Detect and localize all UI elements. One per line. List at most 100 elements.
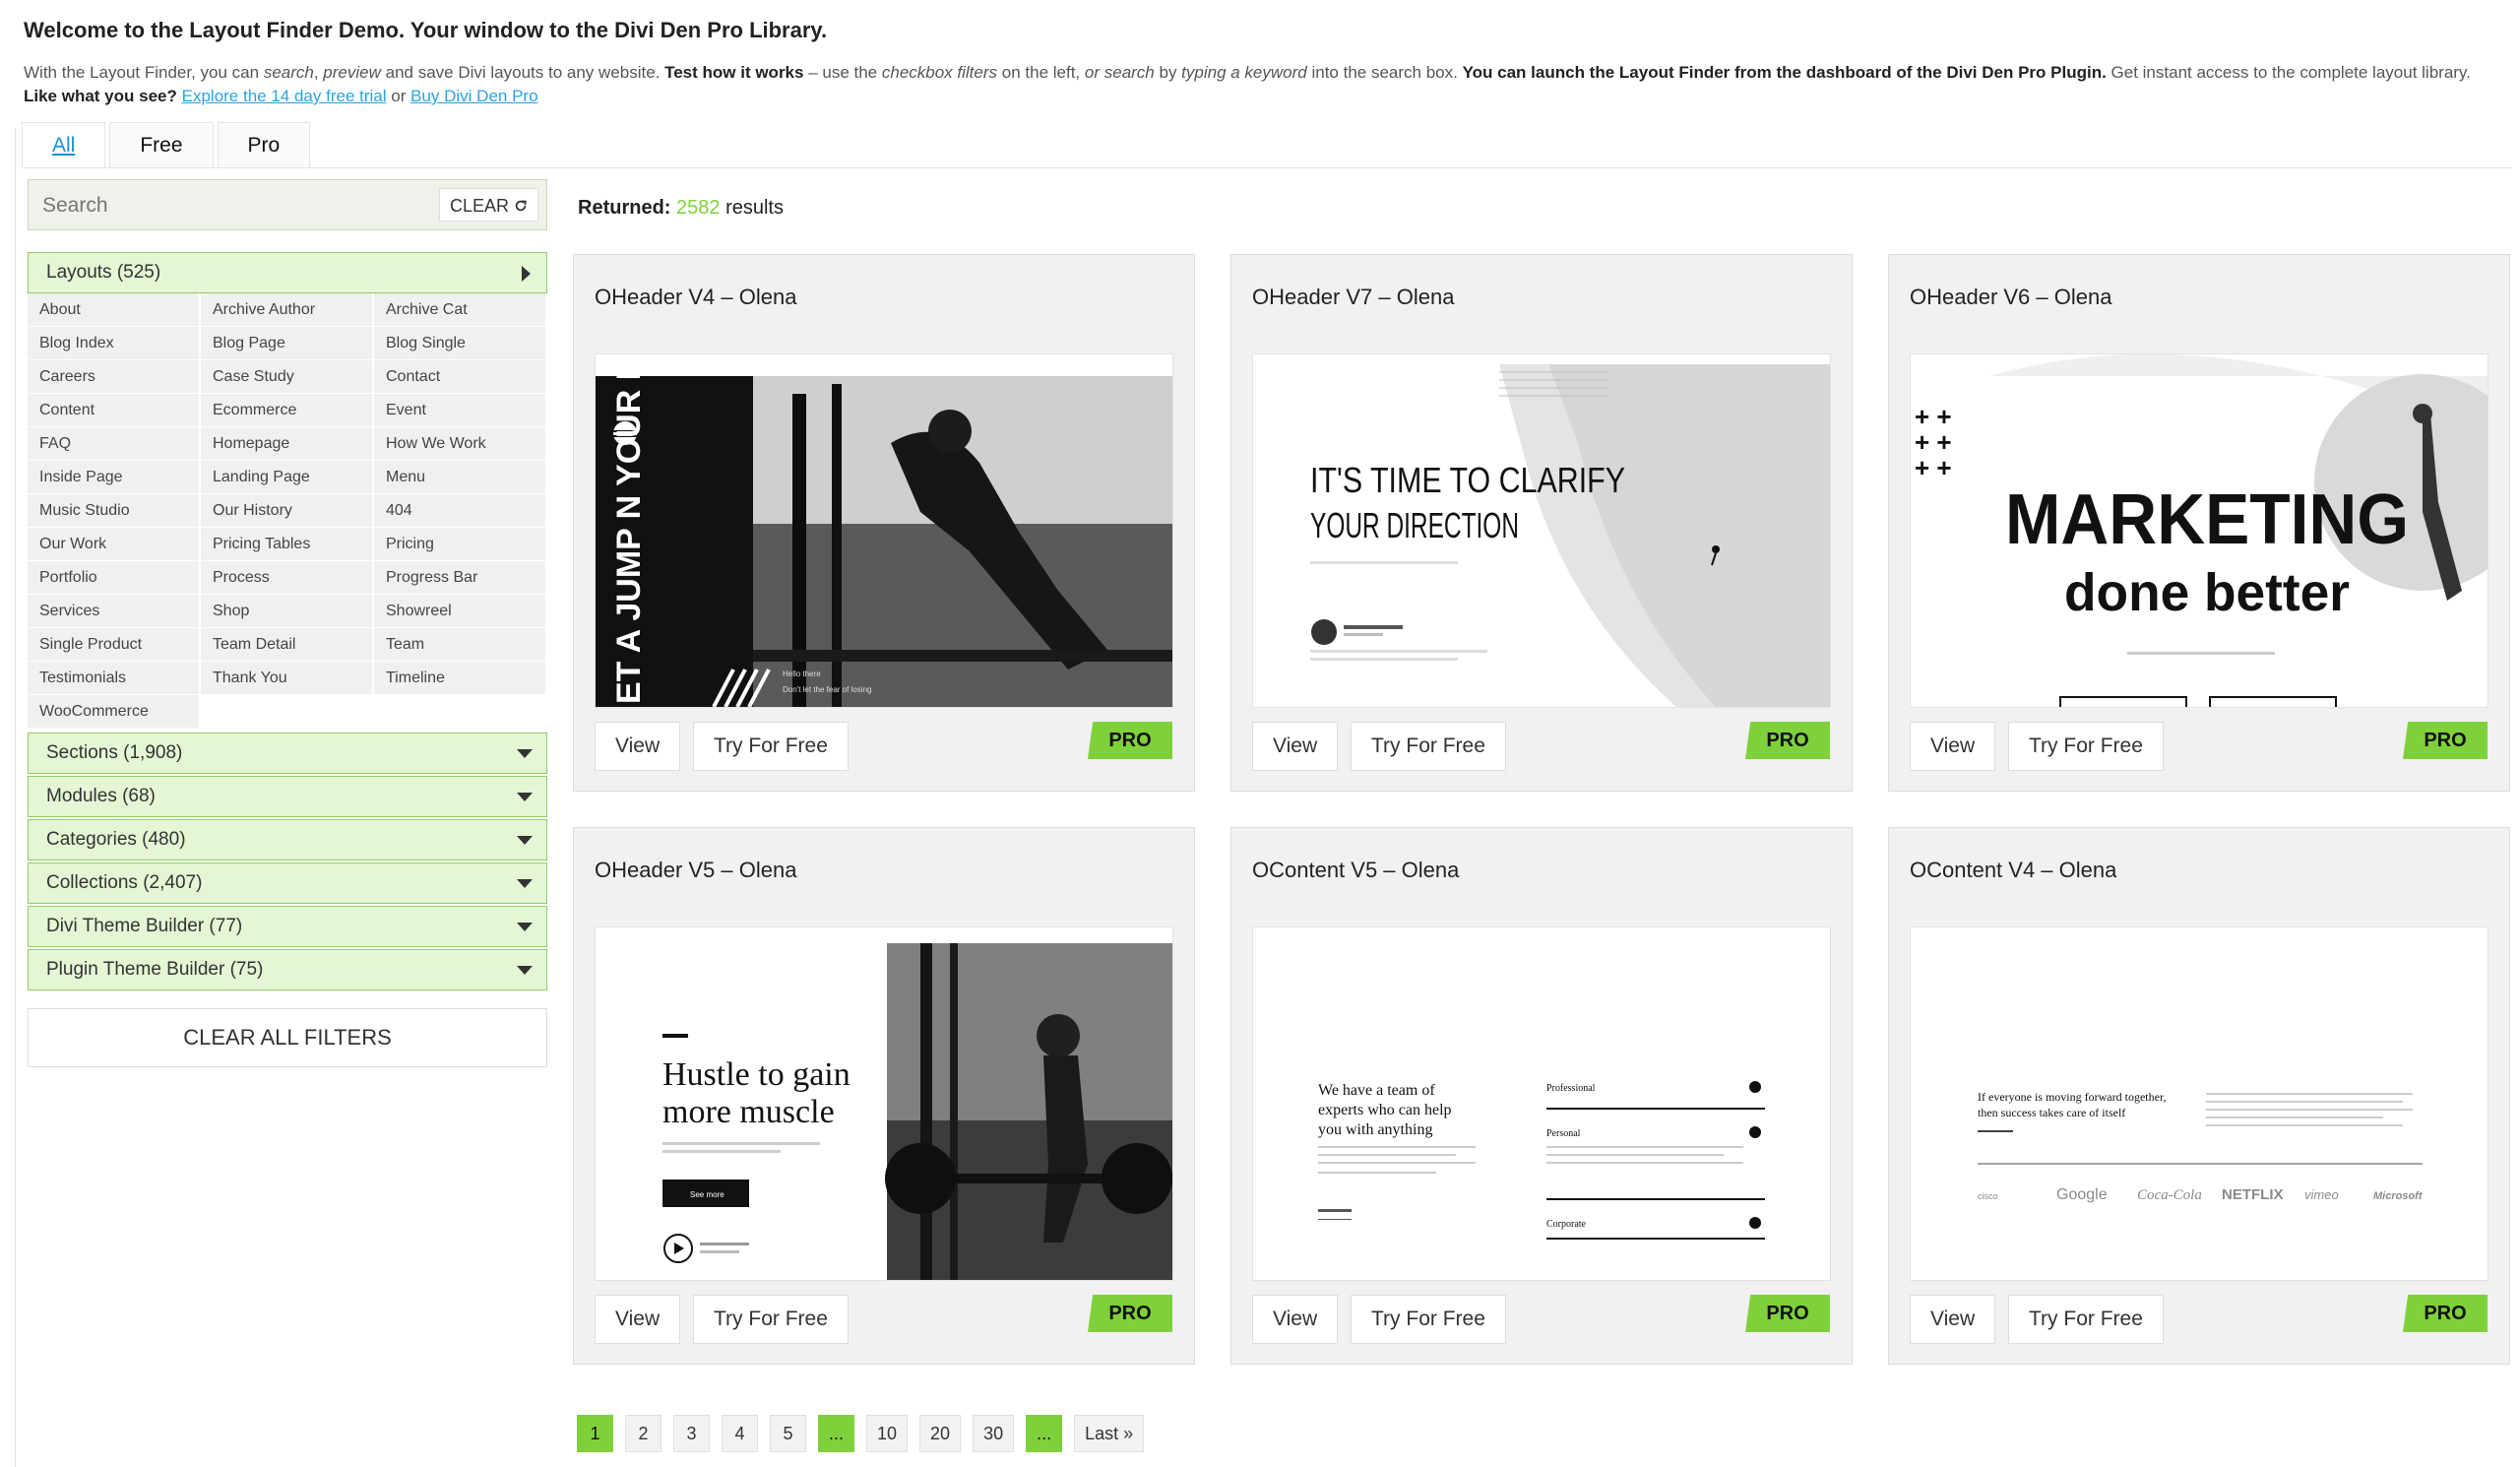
view-button[interactable]: View (1910, 722, 1996, 771)
filter-option[interactable]: About (28, 293, 201, 327)
page-5-button[interactable]: 5 (770, 1415, 806, 1452)
try-for-free-button[interactable]: Try For Free (1351, 1295, 1506, 1344)
card-title: OContent V5 – Olena (1252, 858, 1460, 882)
filter-option[interactable]: Our Work (28, 528, 201, 561)
search-input[interactable] (40, 190, 438, 222)
layout-thumbnail[interactable]: + + + + + + MARKETING done better (1910, 353, 2488, 708)
search-box: CLEAR (28, 179, 547, 230)
view-button[interactable]: View (1910, 1295, 1996, 1344)
layout-thumbnail[interactable]: IT'S TIME TO CLARIFY YOUR DIRECTION (1252, 353, 1831, 708)
try-for-free-button[interactable]: Try For Free (2008, 1295, 2164, 1344)
filter-option[interactable]: How We Work (374, 427, 547, 461)
try-for-free-button[interactable]: Try For Free (693, 722, 849, 771)
filter-option[interactable]: Careers (28, 360, 201, 394)
filter-option[interactable]: Event (374, 394, 547, 427)
filter-option[interactable]: Blog Index (28, 327, 201, 360)
accordion-collections[interactable]: Collections (2,407) (28, 862, 547, 904)
filter-option[interactable]: Shop (201, 595, 374, 628)
tab-free[interactable]: Free (109, 122, 214, 167)
layout-thumbnail[interactable]: If everyone is moving forward together, … (1910, 926, 2488, 1281)
accordion-sections[interactable]: Sections (1,908) (28, 733, 547, 774)
filter-option[interactable]: Testimonials (28, 662, 201, 695)
clear-search-button[interactable]: CLEAR (438, 188, 538, 222)
filter-option[interactable]: WooCommerce (28, 695, 201, 729)
filter-option[interactable]: Case Study (201, 360, 374, 394)
filter-option[interactable]: Pricing (374, 528, 547, 561)
try-for-free-button[interactable]: Try For Free (693, 1295, 849, 1344)
filter-option[interactable]: Team Detail (201, 628, 374, 662)
filter-option[interactable]: 404 (374, 494, 547, 528)
try-for-free-button[interactable]: Try For Free (1351, 722, 1506, 771)
filter-option[interactable]: Team (374, 628, 547, 662)
results-count: Returned: 2582 results (578, 197, 784, 219)
filter-option[interactable]: Our History (201, 494, 374, 528)
chevron-down-icon (517, 836, 533, 845)
pro-badge: PRO (2403, 1295, 2488, 1332)
page-ellipsis[interactable]: ... (1026, 1415, 1063, 1452)
filter-option[interactable]: Contact (374, 360, 547, 394)
view-button[interactable]: View (1252, 1295, 1339, 1344)
filter-option[interactable]: Timeline (374, 662, 547, 695)
layout-card: OContent V5 – Olena We have a team of ex… (1230, 827, 1853, 1365)
filter-option[interactable]: Inside Page (28, 461, 201, 494)
page-3-button[interactable]: 3 (673, 1415, 710, 1452)
filter-option[interactable]: Progress Bar (374, 561, 547, 595)
layout-card: OHeader V7 – Olena IT'S TIME TO CLARIFY … (1230, 254, 1853, 792)
page-ellipsis[interactable]: ... (818, 1415, 855, 1452)
filter-option[interactable]: Blog Single (374, 327, 547, 360)
filter-option[interactable]: Pricing Tables (201, 528, 374, 561)
tab-pro[interactable]: Pro (217, 122, 311, 167)
filter-option[interactable]: Homepage (201, 427, 374, 461)
filter-option[interactable]: Process (201, 561, 374, 595)
page-10-button[interactable]: 10 (866, 1415, 909, 1452)
filter-option[interactable]: Thank You (201, 662, 374, 695)
svg-text:Hustle to gain: Hustle to gain (662, 1056, 850, 1093)
page-2-button[interactable]: 2 (625, 1415, 662, 1452)
last-page-button[interactable]: Last » (1074, 1415, 1145, 1452)
filter-option[interactable]: Landing Page (201, 461, 374, 494)
svg-text:cisco: cisco (1978, 1191, 1998, 1201)
view-button[interactable]: View (1252, 722, 1339, 771)
filter-option[interactable]: Portfolio (28, 561, 201, 595)
clear-all-filters-button[interactable]: CLEAR ALL FILTERS (28, 1008, 547, 1067)
page-1-button[interactable]: 1 (577, 1415, 613, 1452)
page-20-button[interactable]: 20 (919, 1415, 962, 1452)
try-for-free-button[interactable]: Try For Free (2008, 722, 2164, 771)
pro-badge: PRO (1088, 722, 1172, 759)
accordion-layouts[interactable]: Layouts (525) (28, 252, 547, 293)
view-button[interactable]: View (595, 1295, 681, 1344)
chevron-right-icon (522, 266, 531, 282)
content-border (15, 128, 16, 1467)
svg-text:+ +: + + (1915, 453, 1952, 482)
layout-thumbnail[interactable]: Hustle to gain more muscle See more (595, 926, 1173, 1281)
svg-text:Corporate: Corporate (1546, 1219, 1587, 1230)
layout-thumbnail[interactable]: ET A JUMP N YOUR DAY Hello there Don't l… (595, 353, 1173, 708)
layout-filter-grid: About Archive Author Archive Cat Blog In… (28, 293, 547, 729)
accordion-plugin-theme-builder[interactable]: Plugin Theme Builder (75) (28, 949, 547, 990)
accordion-modules[interactable]: Modules (68) (28, 776, 547, 817)
svg-text:YOUR DIRECTION: YOUR DIRECTION (1310, 505, 1519, 545)
view-button[interactable]: View (595, 722, 681, 771)
filter-option[interactable]: Ecommerce (201, 394, 374, 427)
filter-option[interactable]: Menu (374, 461, 547, 494)
filter-option[interactable]: Archive Cat (374, 293, 547, 327)
page-30-button[interactable]: 30 (973, 1415, 1015, 1452)
filter-option[interactable]: Archive Author (201, 293, 374, 327)
svg-text:Professional: Professional (1546, 1083, 1596, 1094)
free-trial-link[interactable]: Explore the 14 day free trial (182, 87, 387, 105)
chevron-down-icon (517, 749, 533, 758)
filter-option[interactable]: Services (28, 595, 201, 628)
filter-option[interactable]: Single Product (28, 628, 201, 662)
tab-all[interactable]: All (22, 122, 106, 167)
page-4-button[interactable]: 4 (722, 1415, 758, 1452)
svg-text:Hello there: Hello there (783, 670, 821, 678)
filter-option[interactable]: Blog Page (201, 327, 374, 360)
filter-option[interactable]: Showreel (374, 595, 547, 628)
accordion-divi-theme-builder[interactable]: Divi Theme Builder (77) (28, 906, 547, 947)
layout-thumbnail[interactable]: We have a team of experts who can help y… (1252, 926, 1831, 1281)
filter-option[interactable]: Content (28, 394, 201, 427)
filter-option[interactable]: FAQ (28, 427, 201, 461)
accordion-categories[interactable]: Categories (480) (28, 819, 547, 861)
buy-link[interactable]: Buy Divi Den Pro (410, 87, 537, 105)
filter-option[interactable]: Music Studio (28, 494, 201, 528)
